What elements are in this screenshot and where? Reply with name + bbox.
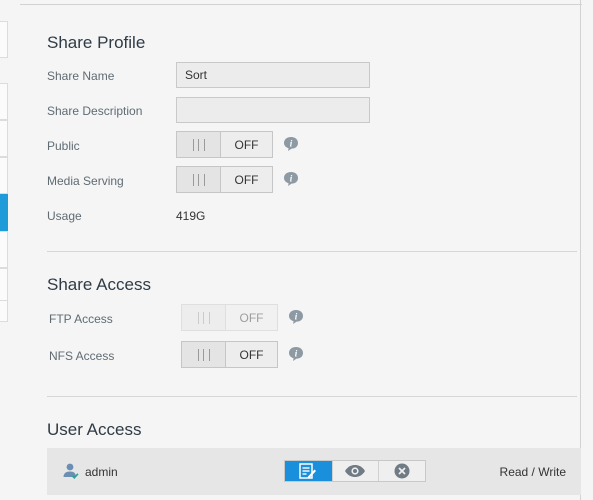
share-access-title: Share Access [47,275,151,294]
toggle-state: OFF [239,347,264,362]
sidebar-strip [0,0,9,500]
sidebar-item[interactable] [0,21,8,58]
share-description-input[interactable] [176,97,370,123]
sidebar-button[interactable] [0,300,8,322]
user-row: admin Read / Write [47,448,581,495]
nfs-access-label: NFS Access [49,349,115,363]
permission-toggle-group [284,460,426,482]
nfs-access-toggle[interactable]: OFF [181,341,278,368]
top-divider [20,4,582,5]
share-name-label: Share Name [47,69,115,83]
info-icon[interactable]: i [283,136,299,152]
public-toggle[interactable]: OFF [176,131,273,158]
section-divider [47,396,577,397]
edit-icon [299,463,317,479]
usage-label: Usage [47,209,82,223]
share-profile-title: Share Profile [47,33,146,52]
share-name-input[interactable] [176,62,370,88]
toggle-grip [177,167,221,192]
sidebar-item-active[interactable] [0,194,8,231]
eye-icon [345,465,366,477]
share-description-label: Share Description [47,104,143,118]
media-serving-label: Media Serving [47,174,124,188]
read-only-button[interactable] [331,461,379,481]
deny-icon [394,463,410,479]
user-icon [63,463,79,479]
ftp-access-toggle: OFF [181,304,278,331]
media-serving-toggle[interactable]: OFF [176,166,273,193]
sidebar-item[interactable] [0,83,8,120]
toggle-state: OFF [234,137,259,152]
toggle-grip [182,342,226,367]
toggle-grip [182,305,226,330]
info-icon[interactable]: i [283,171,299,187]
info-icon[interactable]: i [288,309,304,325]
usage-value: 419G [176,209,206,223]
info-icon[interactable]: i [288,346,304,362]
user-access-title: User Access [47,420,142,439]
permission-label: Read / Write [499,465,566,479]
read-write-button[interactable] [285,461,332,481]
ftp-access-label: FTP Access [49,312,113,326]
toggle-grip [177,132,221,157]
user-name: admin [85,465,118,479]
no-access-button[interactable] [378,461,425,481]
section-divider [47,251,577,252]
sidebar-item[interactable] [0,157,8,194]
toggle-state: OFF [239,310,264,325]
sidebar-item[interactable] [0,231,8,268]
toggle-state: OFF [234,172,259,187]
sidebar-item[interactable] [0,120,8,157]
public-label: Public [47,139,80,153]
panel-edge [580,0,581,500]
